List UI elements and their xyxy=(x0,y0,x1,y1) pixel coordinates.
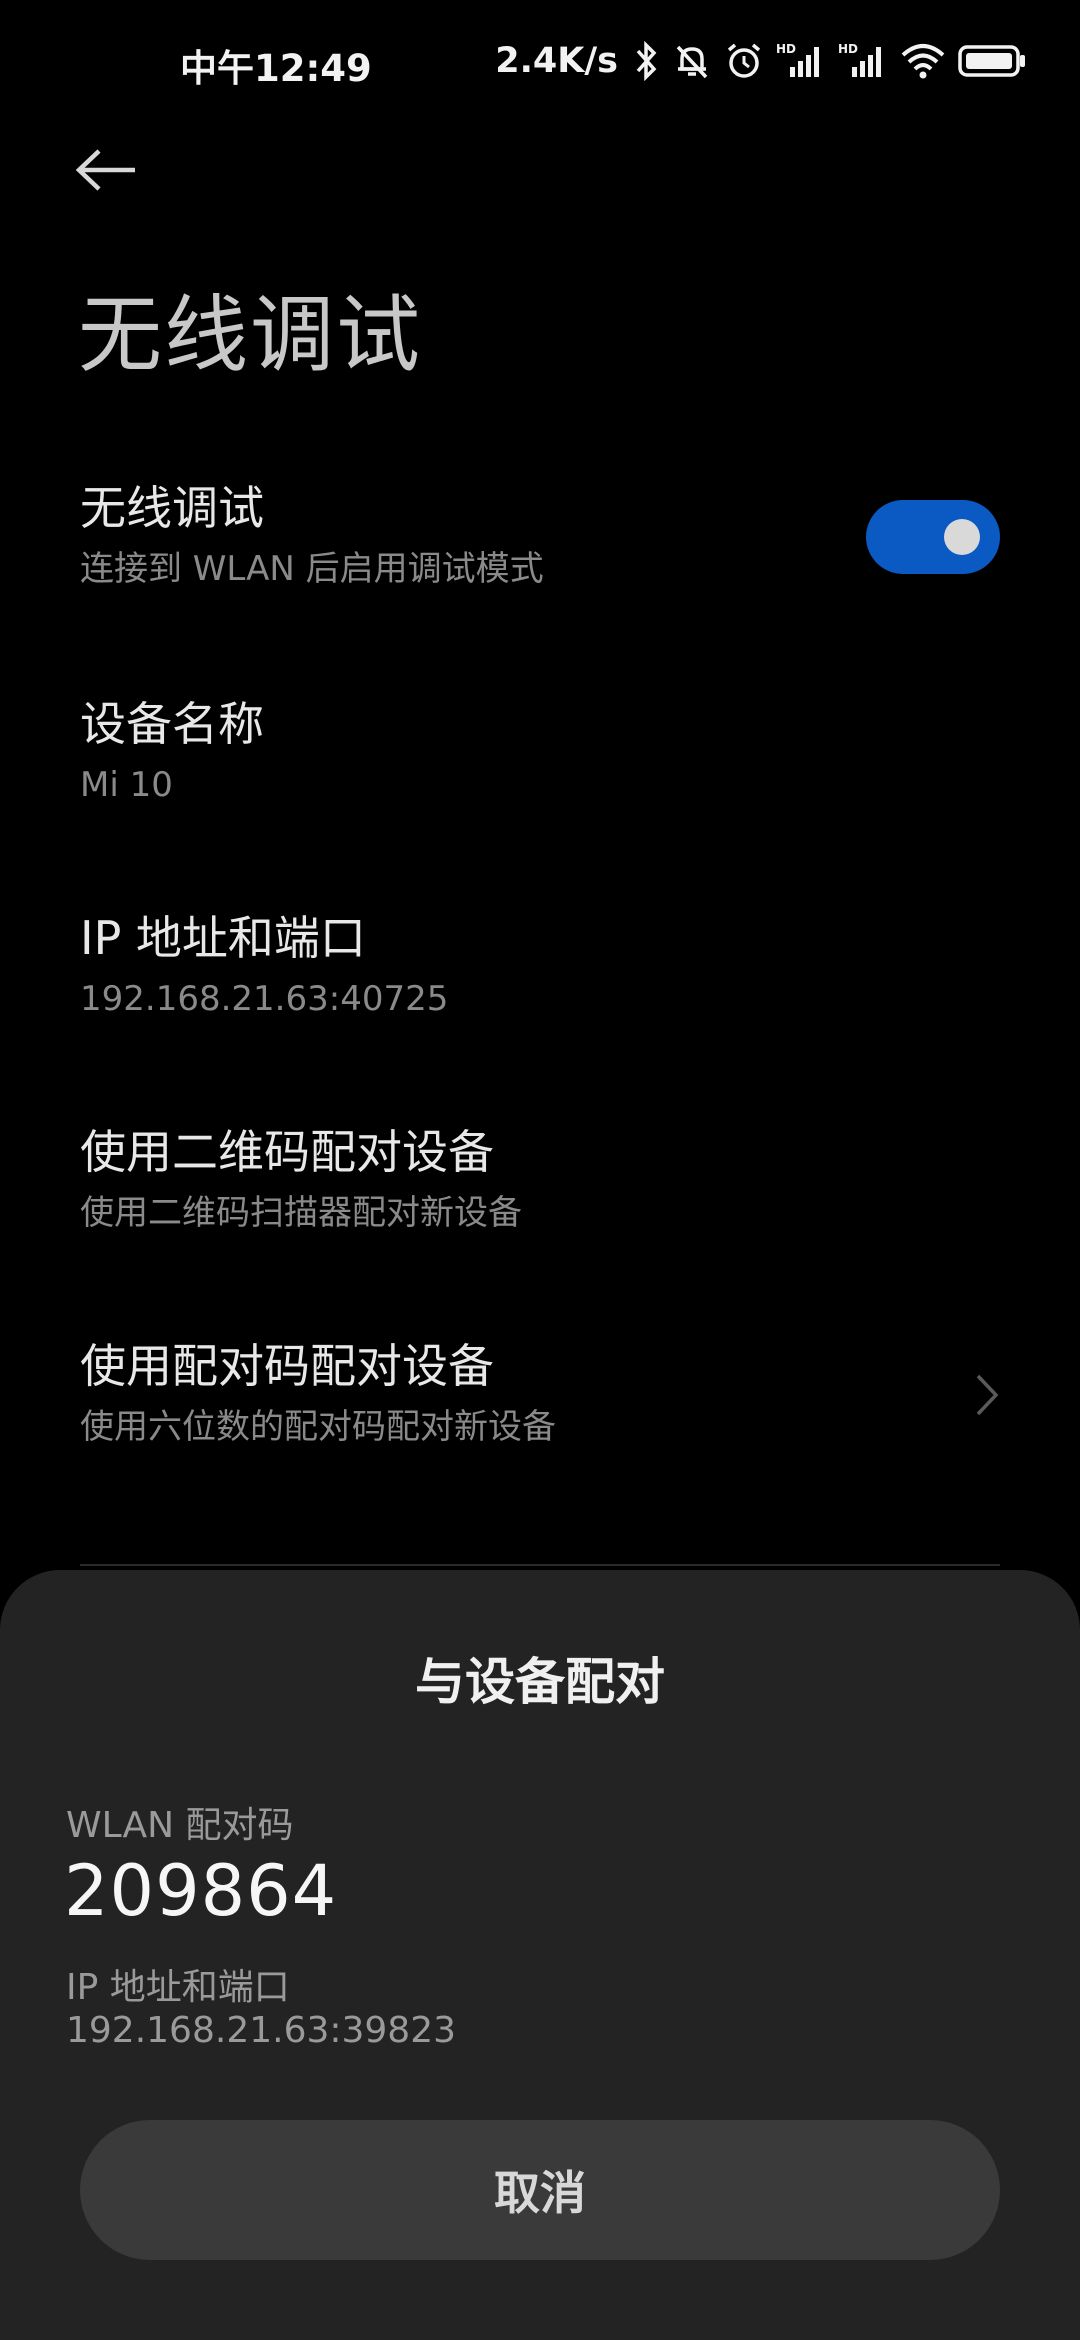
qr-pair-title: 使用二维码配对设备 xyxy=(80,1125,494,1179)
page-title: 无线调试 xyxy=(78,286,423,384)
ip-port-row: IP 地址和端口 192.168.21.63:40725 xyxy=(80,908,1000,1024)
status-icons: 2.4K/s HD HD xyxy=(495,38,1028,84)
wireless-debugging-title: 无线调试 xyxy=(80,481,264,535)
device-name-title: 设备名称 xyxy=(80,697,264,751)
ip-port-value: 192.168.21.63:40725 xyxy=(80,979,449,1019)
device-name-row[interactable]: 设备名称 Mi 10 xyxy=(80,694,1000,810)
wireless-debugging-row[interactable]: 无线调试 连接到 WLAN 后启用调试模式 xyxy=(80,478,1000,594)
wifi-icon xyxy=(901,44,945,79)
silent-bell-icon xyxy=(676,45,708,79)
wireless-debugging-subtitle: 连接到 WLAN 后启用调试模式 xyxy=(80,549,544,589)
hd-label: HD xyxy=(776,42,796,56)
status-bar: 中午12:49 2.4K/s HD HD xyxy=(0,0,1080,120)
alarm-icon xyxy=(727,43,761,78)
dialog-title: 与设备配对 xyxy=(415,1653,665,1711)
dialog-ip-value: 192.168.21.63:39823 xyxy=(66,2010,457,2051)
back-button[interactable] xyxy=(62,130,152,210)
wireless-debugging-toggle[interactable] xyxy=(866,500,1000,574)
code-pair-subtitle: 使用六位数的配对码配对新设备 xyxy=(80,1407,556,1447)
hd-label: HD xyxy=(838,42,858,56)
battery-icon xyxy=(958,45,1025,77)
chevron-right-icon xyxy=(976,1374,999,1416)
network-speed: 2.4K/s xyxy=(495,41,618,81)
hd-signal-icon: HD xyxy=(776,42,819,77)
status-time: 中午12:49 xyxy=(180,47,372,90)
qr-pair-row[interactable]: 使用二维码配对设备 使用二维码扫描器配对新设备 xyxy=(80,1122,1000,1238)
toggle-knob xyxy=(944,519,980,555)
dialog-ip-label: IP 地址和端口 xyxy=(66,1967,290,2008)
code-pair-title: 使用配对码配对设备 xyxy=(80,1339,494,1393)
pairing-code-label: WLAN 配对码 xyxy=(66,1805,294,1846)
code-pair-row[interactable]: 使用配对码配对设备 使用六位数的配对码配对新设备 xyxy=(80,1336,1000,1452)
bluetooth-icon xyxy=(636,41,657,81)
device-name-value: Mi 10 xyxy=(80,765,173,805)
divider xyxy=(80,1564,1000,1566)
back-arrow-icon xyxy=(75,149,135,191)
qr-pair-subtitle: 使用二维码扫描器配对新设备 xyxy=(80,1193,522,1233)
hd-signal-icon: HD xyxy=(838,42,881,77)
pairing-dialog: 与设备配对 WLAN 配对码 209864 IP 地址和端口 192.168.2… xyxy=(0,1570,1080,2340)
cancel-button[interactable]: 取消 xyxy=(80,2120,1000,2260)
pairing-code: 209864 xyxy=(64,1850,338,1932)
ip-port-title: IP 地址和端口 xyxy=(80,911,366,965)
